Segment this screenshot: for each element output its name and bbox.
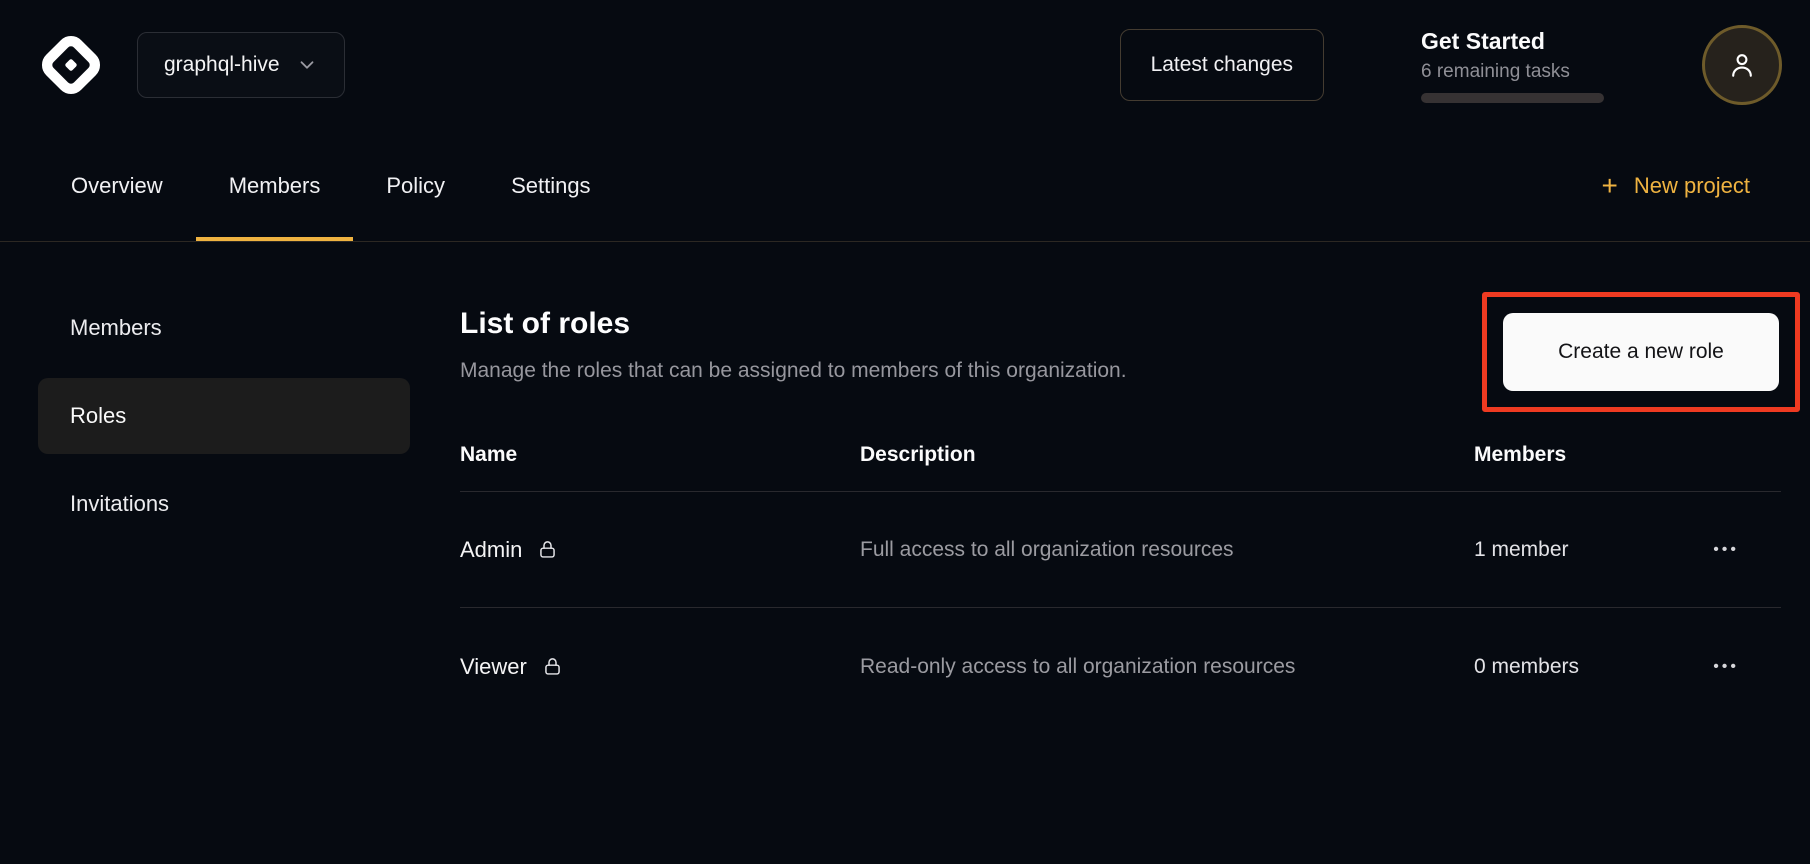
annotation-highlight-box: Create a new role — [1482, 292, 1800, 412]
roles-panel: List of roles Manage the roles that can … — [460, 242, 1781, 725]
table-row-admin: Admin Full access to all organization re… — [460, 491, 1781, 607]
column-header-description: Description — [860, 443, 1474, 467]
role-description: Read-only access to all organization res… — [860, 652, 1380, 682]
tab-members[interactable]: Members — [196, 130, 354, 241]
sidebar-item-roles[interactable]: Roles — [38, 378, 410, 454]
role-description: Full access to all organization resource… — [860, 535, 1380, 565]
column-header-name: Name — [460, 443, 860, 467]
plus-icon: + — [1601, 172, 1617, 200]
new-project-label: New project — [1634, 173, 1750, 199]
user-icon — [1725, 48, 1759, 82]
get-started-progressbar — [1421, 93, 1604, 103]
chevron-down-icon — [296, 54, 318, 76]
role-name: Viewer — [460, 654, 527, 680]
hive-diamond-icon — [38, 32, 104, 98]
new-project-button[interactable]: + New project — [1601, 130, 1750, 241]
sidebar: Members Roles Invitations — [38, 242, 410, 554]
hive-logo-icon[interactable] — [38, 32, 104, 98]
create-role-button[interactable]: Create a new role — [1503, 313, 1779, 391]
column-header-members: Members — [1474, 443, 1689, 467]
content-area: Members Roles Invitations List of roles … — [0, 242, 1810, 725]
row-menu-button[interactable]: ••• — [1713, 659, 1739, 675]
org-selector[interactable]: graphql-hive — [137, 32, 345, 98]
role-members-count: 1 member — [1474, 538, 1689, 562]
get-started-title: Get Started — [1421, 28, 1607, 55]
tabbar-spacer — [624, 130, 1602, 241]
table-header-row: Name Description Members — [460, 443, 1781, 491]
user-avatar[interactable] — [1702, 25, 1782, 105]
top-bar: graphql-hive Latest changes Get Started … — [0, 0, 1810, 130]
get-started-subtitle: 6 remaining tasks — [1421, 61, 1607, 83]
tab-settings[interactable]: Settings — [478, 130, 624, 241]
tab-bar: Overview Members Policy Settings + New p… — [0, 130, 1810, 242]
sidebar-item-members[interactable]: Members — [38, 290, 410, 366]
table-row-viewer: Viewer Read-only access to all organizat… — [460, 607, 1781, 725]
org-selector-label: graphql-hive — [164, 53, 280, 77]
latest-changes-button[interactable]: Latest changes — [1120, 29, 1324, 101]
roles-table: Name Description Members Admin Full acce… — [460, 443, 1781, 725]
get-started-widget[interactable]: Get Started 6 remaining tasks — [1421, 28, 1607, 103]
sidebar-item-invitations[interactable]: Invitations — [38, 466, 410, 542]
lock-icon — [537, 538, 558, 561]
role-name: Admin — [460, 537, 522, 563]
tab-policy[interactable]: Policy — [353, 130, 478, 241]
role-members-count: 0 members — [1474, 655, 1689, 679]
tab-overview[interactable]: Overview — [38, 130, 196, 241]
row-menu-button[interactable]: ••• — [1713, 542, 1739, 558]
lock-icon — [542, 655, 563, 678]
